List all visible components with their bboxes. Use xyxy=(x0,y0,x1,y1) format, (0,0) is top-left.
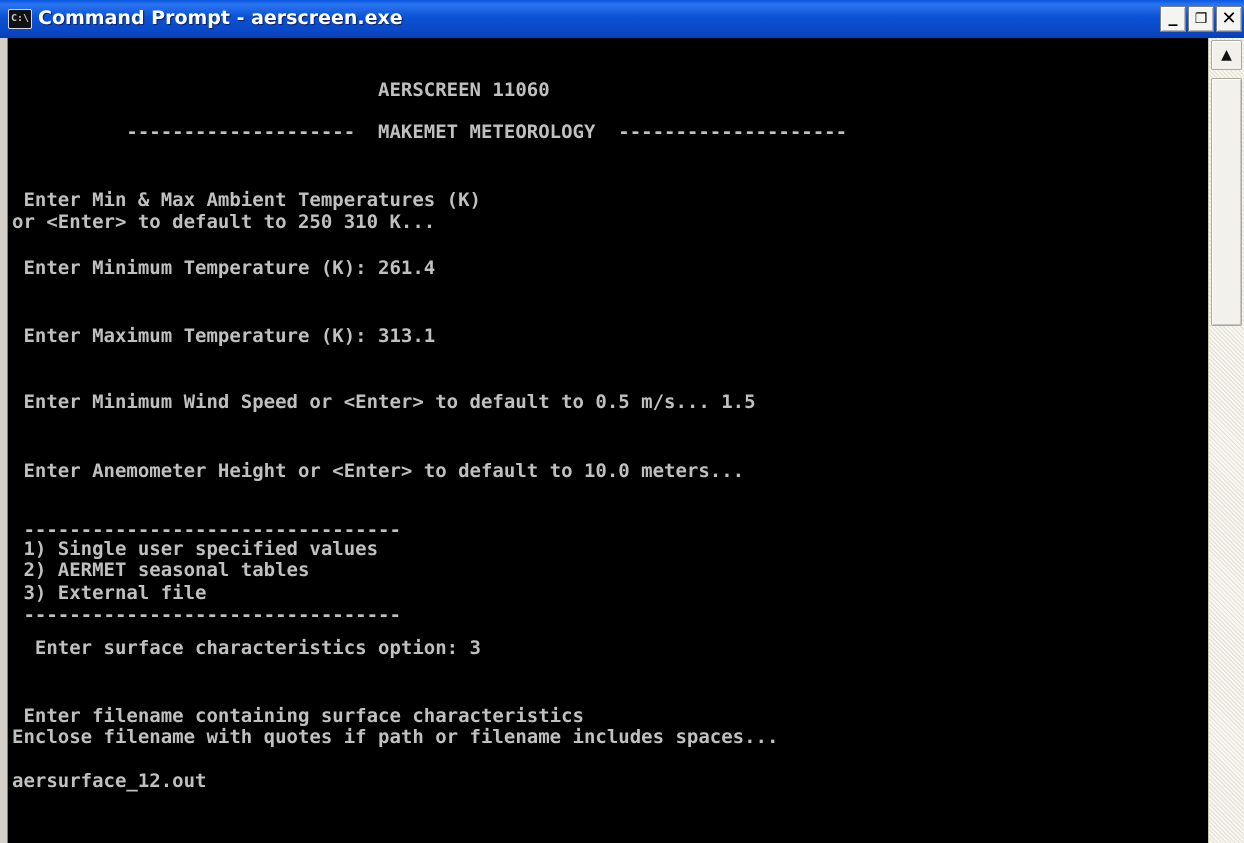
console-line: AERSCREEN 11060 xyxy=(12,79,550,101)
console-line: Enclose filename with quotes if path or … xyxy=(12,726,779,748)
console-line: or <Enter> to default to 250 310 K... xyxy=(12,211,436,233)
console-line: Enter Anemometer Height or <Enter> to de… xyxy=(12,460,745,482)
title-bar[interactable]: C:\ Command Prompt - aerscreen.exe _ ❐ ✕ xyxy=(0,0,1244,39)
console-line: --------------------------------- xyxy=(12,604,401,626)
console-line: 1) Single user specified values xyxy=(12,538,379,560)
scroll-up-button[interactable]: ▲ xyxy=(1211,40,1242,70)
maximize-button[interactable]: ❐ xyxy=(1188,6,1214,32)
console-line: Enter Min & Max Ambient Temperatures (K) xyxy=(12,189,481,211)
window-frame-left xyxy=(0,38,8,843)
close-icon: ✕ xyxy=(1221,8,1237,29)
close-button[interactable]: ✕ xyxy=(1216,6,1242,32)
console-output[interactable]: AERSCREEN 11060 -------------------- MAK… xyxy=(8,38,1208,843)
console-line: Enter filename containing surface charac… xyxy=(12,705,584,727)
console-line: 3) External file xyxy=(12,582,207,604)
scroll-thumb[interactable] xyxy=(1211,78,1242,326)
console-icon[interactable]: C:\ xyxy=(8,9,32,29)
vertical-scrollbar[interactable]: ▲ xyxy=(1208,38,1244,843)
console-line: Enter Minimum Temperature (K): 261.4 xyxy=(12,257,436,279)
console-line: Enter Maximum Temperature (K): 313.1 xyxy=(12,325,436,347)
restore-icon: ❐ xyxy=(1194,11,1208,27)
console-line: Enter Minimum Wind Speed or <Enter> to d… xyxy=(12,391,756,413)
minimize-icon: _ xyxy=(1168,6,1178,27)
console-line: 2) AERMET seasonal tables xyxy=(12,559,310,581)
console-line: aersurface_12.out xyxy=(12,770,207,792)
minimize-button[interactable]: _ xyxy=(1160,6,1186,32)
scroll-up-arrow-icon: ▲ xyxy=(1221,47,1232,63)
console-line: -------------------- MAKEMET METEOROLOGY… xyxy=(12,121,848,143)
window-title: Command Prompt - aerscreen.exe xyxy=(38,7,403,29)
console-line: Enter surface characteristics option: 3 xyxy=(12,637,481,659)
